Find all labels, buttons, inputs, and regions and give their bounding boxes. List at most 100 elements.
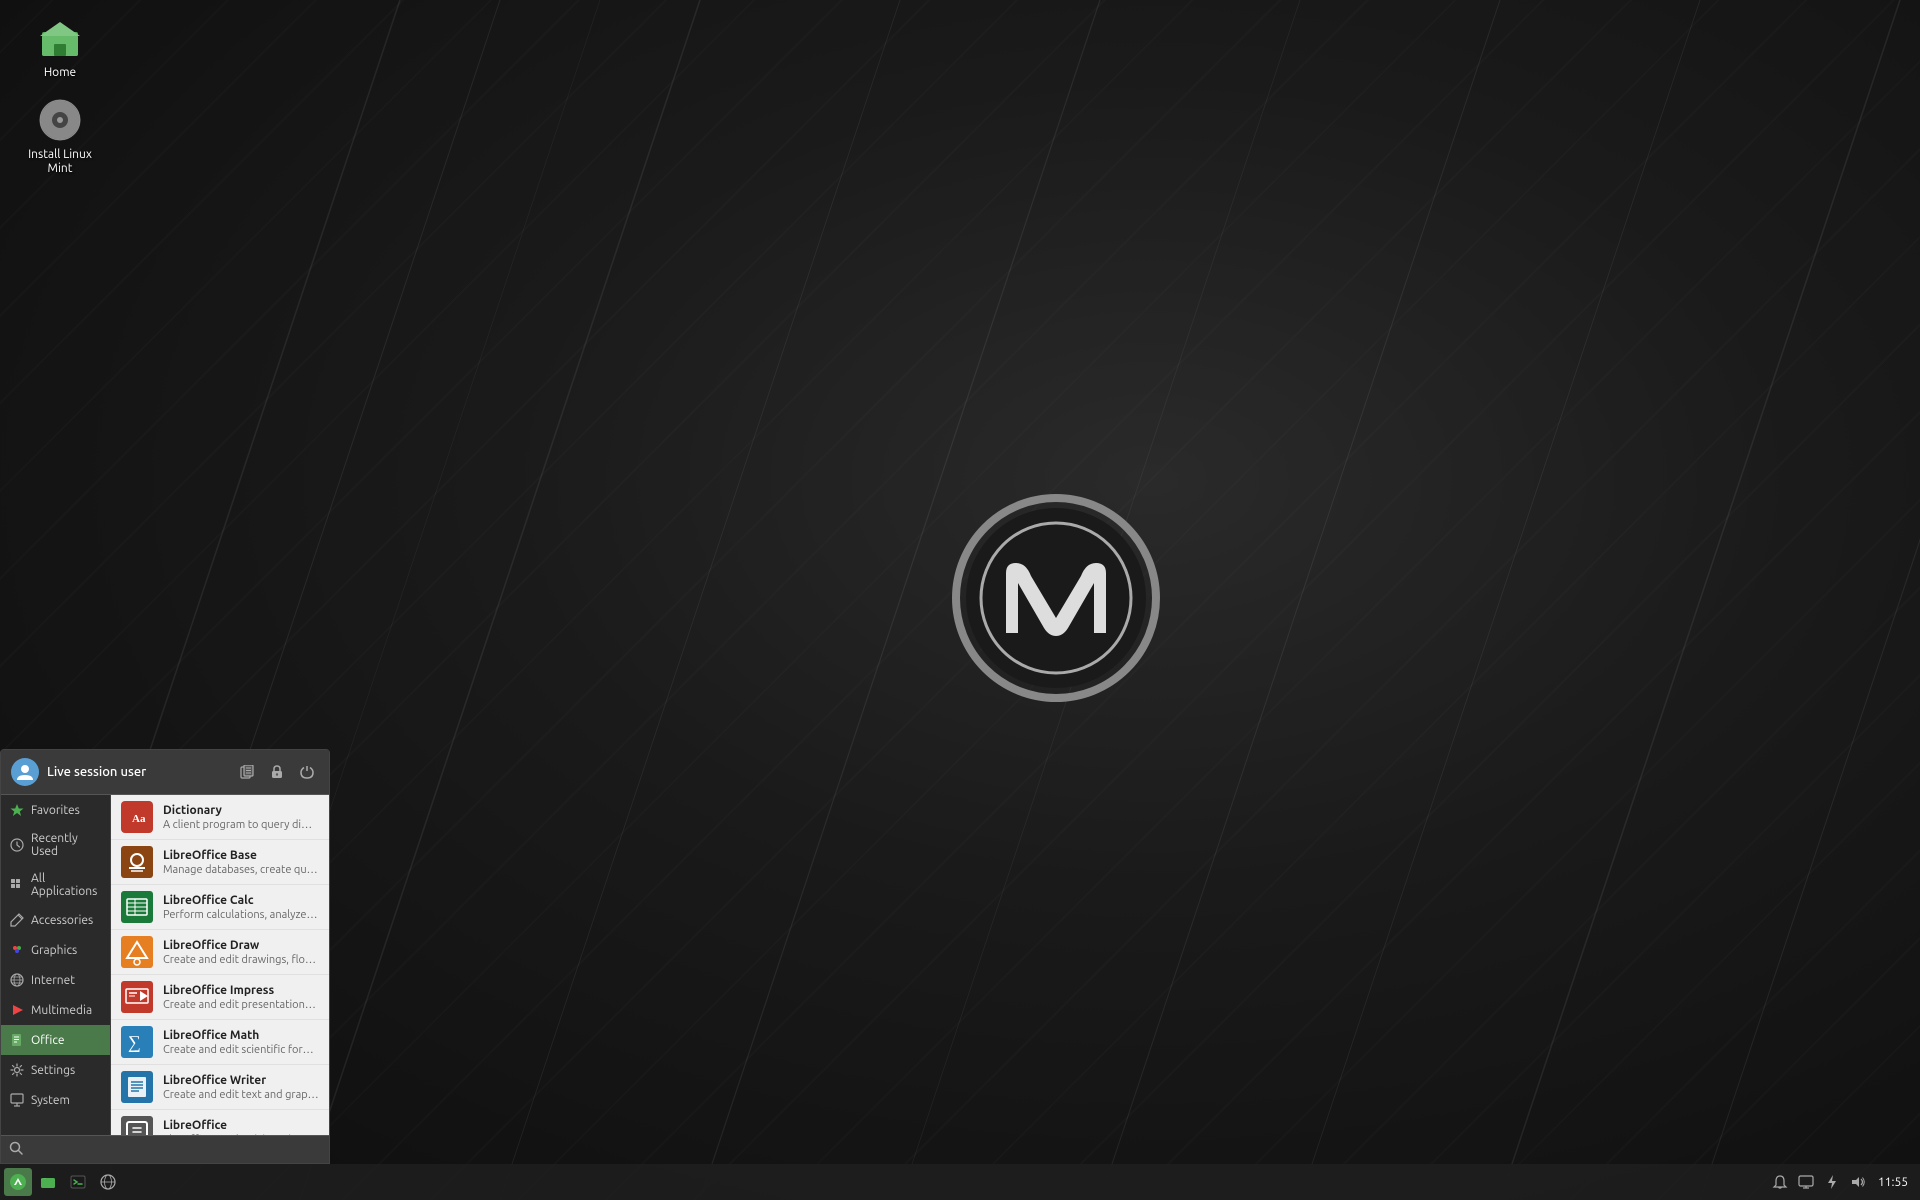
install-disc-icon <box>36 96 84 144</box>
user-name: Live session user <box>47 765 146 779</box>
sidebar-label-settings: Settings <box>31 1064 75 1077</box>
dictionary-name: Dictionary <box>163 803 319 819</box>
settings-icon <box>9 1062 25 1078</box>
lo-draw-desc: Create and edit drawings, flow charts an… <box>163 954 319 966</box>
app-item-libreoffice[interactable]: LibreOffice The office productivity suit… <box>111 1110 329 1135</box>
libreoffice-draw-icon <box>121 936 153 968</box>
desktop-icon-home[interactable]: Home <box>20 10 100 84</box>
sidebar-item-recently-used[interactable]: Recently Used <box>1 825 110 865</box>
sidebar-label-all-apps: All Applications <box>31 872 102 898</box>
lo-calc-name: LibreOffice Calc <box>163 893 319 909</box>
sidebar-label-recently-used: Recently Used <box>31 832 102 858</box>
sidebar-item-multimedia[interactable]: Multimedia <box>1 995 110 1025</box>
desktop: Home Install Linux Mint L <box>0 0 1920 1200</box>
sidebar-label-office: Office <box>31 1034 65 1047</box>
search-icon <box>9 1141 23 1158</box>
start-button[interactable] <box>4 1168 32 1196</box>
recently-used-icon <box>9 837 25 853</box>
install-icon-label: Install Linux Mint <box>28 148 92 177</box>
lo-math-name: LibreOffice Math <box>163 1028 319 1044</box>
display-icon[interactable] <box>1796 1172 1816 1192</box>
start-menu: Live session user <box>0 749 330 1164</box>
lo-info: LibreOffice The office productivity suit… <box>163 1118 319 1135</box>
home-icon-label: Home <box>44 66 76 80</box>
svg-text:Aa: Aa <box>132 813 146 825</box>
multimedia-icon <box>9 1002 25 1018</box>
search-input[interactable] <box>29 1142 321 1157</box>
internet-icon <box>9 972 25 988</box>
sidebar-label-favorites: Favorites <box>31 804 80 817</box>
lo-draw-name: LibreOffice Draw <box>163 938 319 954</box>
dictionary-info: Dictionary A client program to query dif… <box>163 803 319 831</box>
sidebar-label-graphics: Graphics <box>31 944 77 957</box>
lo-name: LibreOffice <box>163 1118 319 1134</box>
app-item-libreoffice-calc[interactable]: LibreOffice Calc Perform calculations, a… <box>111 885 329 930</box>
sidebar-item-office[interactable]: Office <box>1 1025 110 1055</box>
sidebar-item-system[interactable]: System <box>1 1085 110 1115</box>
lo-calc-info: LibreOffice Calc Perform calculations, a… <box>163 893 319 921</box>
menu-header: Live session user <box>1 750 329 795</box>
lo-writer-desc: Create and edit text and graphics in let… <box>163 1089 319 1101</box>
sidebar-label-internet: Internet <box>31 974 75 987</box>
taskbar: 11:55 <box>0 1164 1920 1200</box>
lo-math-desc: Create and edit scientific formulas and … <box>163 1044 319 1056</box>
libreoffice-writer-icon <box>121 1071 153 1103</box>
lo-base-info: LibreOffice Base Manage databases, creat… <box>163 848 319 876</box>
lo-writer-name: LibreOffice Writer <box>163 1073 319 1089</box>
dictionary-desc: A client program to query different dict… <box>163 819 319 831</box>
app-item-libreoffice-base[interactable]: LibreOffice Base Manage databases, creat… <box>111 840 329 885</box>
taskbar-right: 11:55 <box>1762 1172 1920 1192</box>
volume-icon[interactable] <box>1848 1172 1868 1192</box>
graphics-icon <box>9 942 25 958</box>
lo-draw-info: LibreOffice Draw Create and edit drawing… <box>163 938 319 966</box>
power-indicator-icon[interactable] <box>1822 1172 1842 1192</box>
menu-sidebar: Favorites Recently Used All Applications <box>1 795 111 1135</box>
app-item-dictionary[interactable]: Aa Dictionary A client program to query … <box>111 795 329 840</box>
libreoffice-icon <box>121 1116 153 1135</box>
menu-body: Favorites Recently Used All Applications <box>1 795 329 1135</box>
app-item-libreoffice-draw[interactable]: LibreOffice Draw Create and edit drawing… <box>111 930 329 975</box>
sidebar-item-graphics[interactable]: Graphics <box>1 935 110 965</box>
taskbar-browser-button[interactable] <box>94 1168 122 1196</box>
taskbar-files-button[interactable] <box>34 1168 62 1196</box>
sidebar-item-internet[interactable]: Internet <box>1 965 110 995</box>
notification-icon[interactable] <box>1770 1172 1790 1192</box>
office-icon <box>9 1032 25 1048</box>
lo-base-name: LibreOffice Base <box>163 848 319 864</box>
libreoffice-math-icon: ∑ <box>121 1026 153 1058</box>
sidebar-item-favorites[interactable]: Favorites <box>1 795 110 825</box>
sidebar-item-settings[interactable]: Settings <box>1 1055 110 1085</box>
desktop-icon-install[interactable]: Install Linux Mint <box>20 92 100 181</box>
favorites-icon <box>9 802 25 818</box>
taskbar-left <box>0 1168 126 1196</box>
svg-text:∑: ∑ <box>128 1032 141 1052</box>
lo-impress-name: LibreOffice Impress <box>163 983 319 999</box>
system-icon <box>9 1092 25 1108</box>
lo-impress-info: LibreOffice Impress Create and edit pres… <box>163 983 319 1011</box>
sidebar-item-accessories[interactable]: Accessories <box>1 905 110 935</box>
libreoffice-impress-icon <box>121 981 153 1013</box>
header-power-icon[interactable] <box>295 760 319 784</box>
menu-user: Live session user <box>11 758 146 786</box>
lo-base-desc: Manage databases, create queries and r..… <box>163 864 319 876</box>
sidebar-label-multimedia: Multimedia <box>31 1004 92 1017</box>
taskbar-terminal-button[interactable] <box>64 1168 92 1196</box>
sidebar-label-accessories: Accessories <box>31 914 93 927</box>
app-item-libreoffice-impress[interactable]: LibreOffice Impress Create and edit pres… <box>111 975 329 1020</box>
lo-writer-info: LibreOffice Writer Create and edit text … <box>163 1073 319 1101</box>
app-item-libreoffice-writer[interactable]: LibreOffice Writer Create and edit text … <box>111 1065 329 1110</box>
mint-logo <box>946 488 1166 712</box>
user-avatar <box>11 758 39 786</box>
all-apps-icon <box>9 877 25 893</box>
header-files-icon[interactable] <box>235 760 259 784</box>
sidebar-label-system: System <box>31 1094 70 1107</box>
lo-impress-desc: Create and edit presentations for slides… <box>163 999 319 1011</box>
header-lock-icon[interactable] <box>265 760 289 784</box>
lo-math-info: LibreOffice Math Create and edit scienti… <box>163 1028 319 1056</box>
menu-content: Aa Dictionary A client program to query … <box>111 795 329 1135</box>
dictionary-icon: Aa <box>121 801 153 833</box>
app-item-libreoffice-math[interactable]: ∑ LibreOffice Math Create and edit scien… <box>111 1020 329 1065</box>
accessories-icon <box>9 912 25 928</box>
sidebar-item-all-applications[interactable]: All Applications <box>1 865 110 905</box>
menu-search <box>1 1135 329 1163</box>
